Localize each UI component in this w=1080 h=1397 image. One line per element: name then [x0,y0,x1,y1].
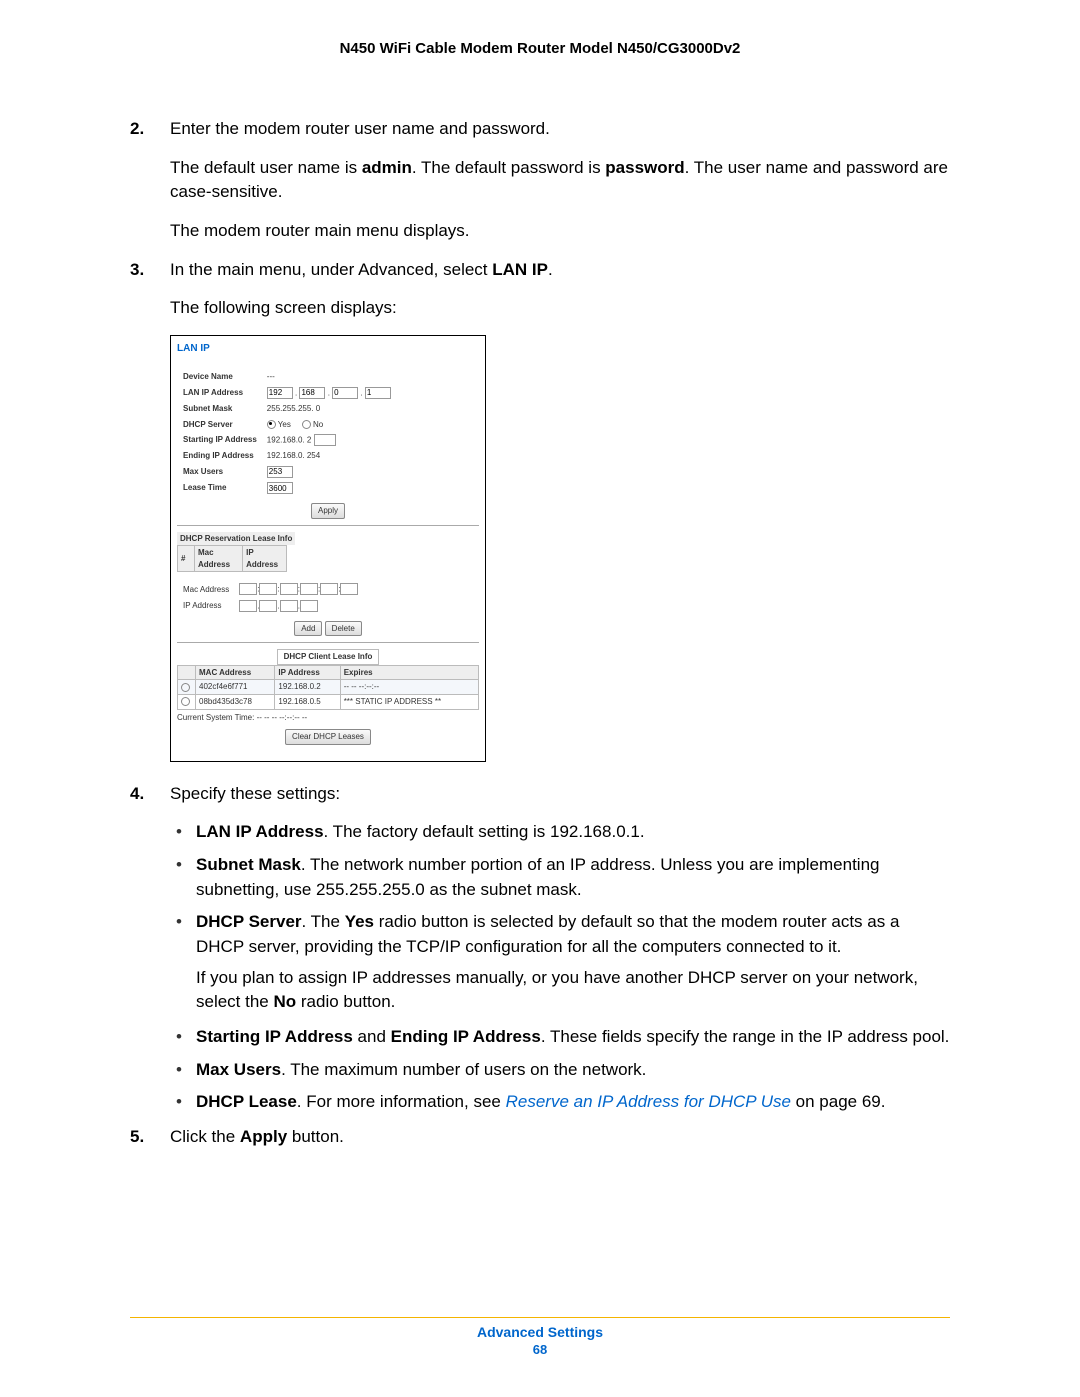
value-lease [263,481,395,495]
step-text: The following screen displays: [170,296,950,321]
label-end-ip: Ending IP Address [179,449,261,463]
client-col-ip: IP Address [275,665,340,680]
footer-rule [130,1317,950,1318]
step-number: 5. [130,1125,144,1150]
step-2: 2. Enter the modem router user name and … [130,117,950,244]
page: N450 WiFi Cable Modem Router Model N450/… [0,0,1080,1397]
document-title: N450 WiFi Cable Modem Router Model N450/… [130,40,950,57]
apply-button[interactable]: Apply [311,503,345,519]
row-radio[interactable] [181,683,190,692]
footer-page-number: 68 [0,1342,1080,1357]
step-text: The modem router main menu displays. [170,219,950,244]
client-col-mac: MAC Address [196,665,275,680]
label-start-ip: Starting IP Address [179,433,261,447]
radio-yes[interactable] [267,420,276,429]
label-lan-ip: LAN IP Address [179,386,261,400]
label-mac-addr: Mac Address [179,582,233,596]
client-lease-table: MAC Address IP Address Expires 402cf4e6f… [177,665,479,710]
reservation-header: DHCP Reservation Lease Info [177,532,295,546]
mac-3[interactable] [280,583,298,595]
step-text: Enter the modem router user name and pas… [170,117,950,142]
cross-ref-link[interactable]: Reserve an IP Address for DHCP Use [506,1092,791,1111]
system-time: Current System Time: -- -- -- --:--:-- -… [177,712,479,724]
reservation-radio-col: # [178,546,195,572]
step-text: Click the Apply button. [170,1125,950,1150]
table-row: 402cf4e6f771 192.168.0.2 -- -- --:--:-- [178,680,479,695]
value-lan-ip: . . . [263,386,395,400]
step-3: 3. In the main menu, under Advanced, sel… [130,258,950,762]
client-col-exp: Expires [340,665,478,680]
value-subnet: 255.255.255. 0 [263,402,395,416]
lan-ip-octet-4[interactable] [365,387,391,399]
value-start-ip: 192.168.0. 2 [263,433,395,447]
screenshot-title: LAN IP [177,342,479,357]
lease-input[interactable] [267,482,293,494]
ip-4[interactable] [300,600,318,612]
bullet-range: Starting IP Address and Ending IP Addres… [196,1025,950,1050]
radio-no[interactable] [302,420,311,429]
table-row: 08bd435d3c78 192.168.0.5 *** STATIC IP A… [178,695,479,710]
settings-bullets: LAN IP Address. The factory default sett… [170,820,950,1114]
bullet-subnet: Subnet Mask. The network number portion … [196,853,950,902]
step-number: 4. [130,782,144,807]
label-dhcp: DHCP Server [179,418,261,432]
step-number: 3. [130,258,144,283]
step-5: 5. Click the Apply button. [130,1125,950,1150]
reservation-header-table: # Mac Address IP Address [177,545,287,572]
step-text: The default user name is admin. The defa… [170,156,950,205]
mac-1[interactable] [239,583,257,595]
clear-leases-button[interactable]: Clear DHCP Leases [285,729,371,745]
mac-6[interactable] [340,583,358,595]
lan-ip-octet-2[interactable] [299,387,325,399]
bullet-max-users: Max Users. The maximum number of users o… [196,1058,950,1083]
label-lease: Lease Time [179,481,261,495]
label-subnet: Subnet Mask [179,402,261,416]
bullet-dhcp: DHCP Server. The Yes radio button is sel… [196,910,950,1015]
step-4: 4. Specify these settings: LAN IP Addres… [130,782,950,1115]
mac-2[interactable] [259,583,277,595]
ip-3[interactable] [280,600,298,612]
footer-section: Advanced Settings [0,1324,1080,1340]
ip-2[interactable] [259,600,277,612]
value-end-ip: 192.168.0. 254 [263,449,395,463]
mac-4[interactable] [300,583,318,595]
bullet-dhcp-p2: If you plan to assign IP addresses manua… [196,966,950,1015]
add-button[interactable]: Add [294,621,322,637]
start-ip-last[interactable] [314,434,336,446]
row-radio[interactable] [181,697,190,706]
reservation-col-ip: IP Address [243,546,287,572]
label-device-name: Device Name [179,370,261,384]
reservation-entry: Mac Address ::::: IP Address ... [177,580,364,614]
mac-5[interactable] [320,583,338,595]
lan-form: Device Name --- LAN IP Address . . . Sub… [177,368,397,497]
bullet-dhcp-lease: DHCP Lease. For more information, see Re… [196,1090,950,1115]
bullet-lan-ip: LAN IP Address. The factory default sett… [196,820,950,845]
delete-button[interactable]: Delete [325,621,362,637]
client-lease-header: DHCP Client Lease Info [277,649,380,665]
label-ip-addr: IP Address [179,599,233,613]
ip-1[interactable] [239,600,257,612]
router-screenshot: LAN IP Device Name --- LAN IP Address . … [170,335,486,762]
reservation-col-mac: Mac Address [195,546,243,572]
label-max-users: Max Users [179,465,261,479]
page-footer: Advanced Settings 68 [0,1317,1080,1357]
step-text: In the main menu, under Advanced, select… [170,258,950,283]
step-text: Specify these settings: [170,782,950,807]
value-device-name: --- [263,370,395,384]
lan-ip-octet-3[interactable] [332,387,358,399]
max-users-input[interactable] [267,466,293,478]
lan-ip-octet-1[interactable] [267,387,293,399]
steps-list: 2. Enter the modem router user name and … [130,117,950,1150]
step-number: 2. [130,117,144,142]
value-max-users [263,465,395,479]
value-dhcp: Yes No [263,418,395,432]
